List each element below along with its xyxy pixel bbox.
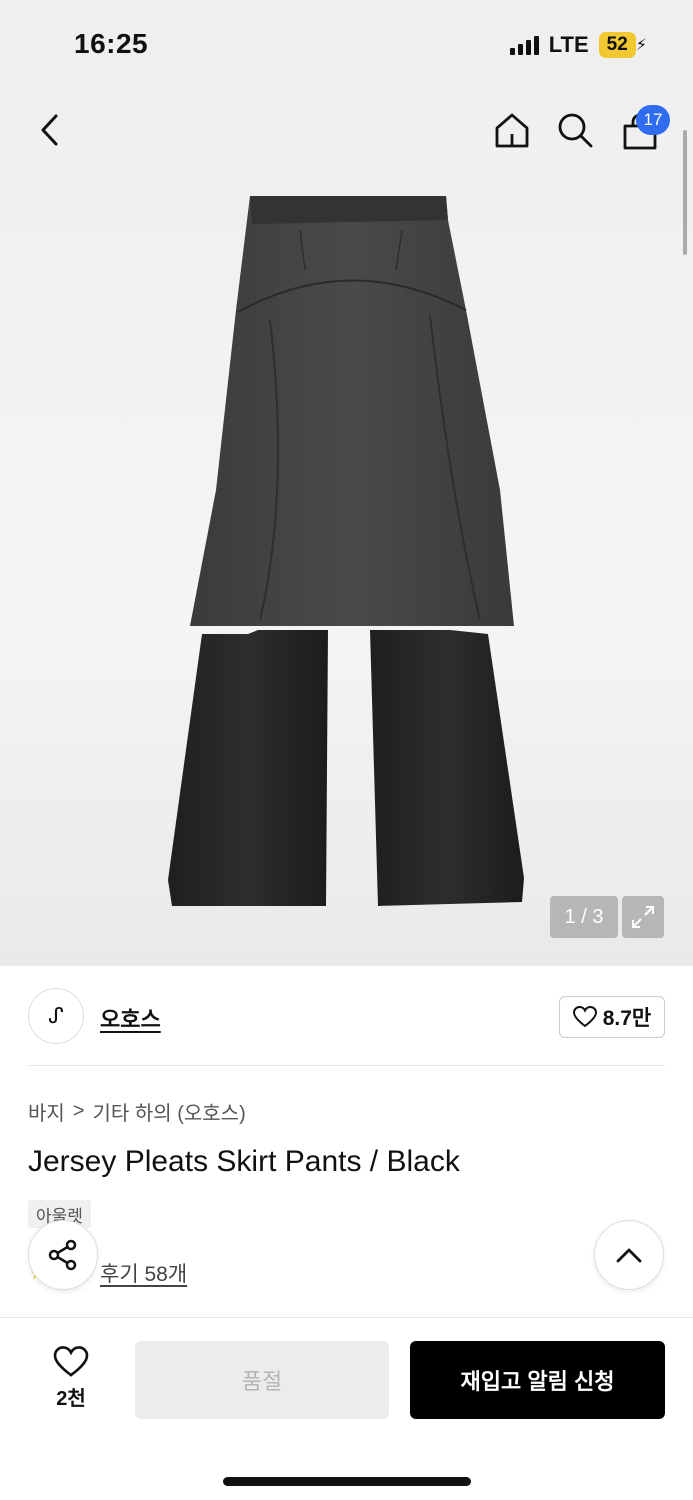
product-image xyxy=(168,196,524,906)
search-icon xyxy=(558,113,593,148)
signal-icon xyxy=(509,35,539,55)
cart-count-badge: 17 xyxy=(636,105,670,135)
brand-row: ᔑ 오호스 8.7만 xyxy=(28,988,665,1044)
breadcrumb-category[interactable]: 바지 xyxy=(28,1097,65,1126)
breadcrumb-subcategory[interactable]: 기타 하의 (오호스) xyxy=(93,1097,246,1126)
product-gallery[interactable]: 17 1 / 3 xyxy=(0,90,693,966)
home-icon xyxy=(495,113,529,148)
heart-icon xyxy=(572,1006,597,1028)
scrollbar[interactable] xyxy=(683,130,687,255)
restock-alert-button[interactable]: 재입고 알림 신청 xyxy=(410,1341,665,1419)
share-button[interactable] xyxy=(28,1220,98,1290)
status-bar: 16:25 LTE 52 ⚡ xyxy=(0,0,693,90)
scroll-to-top-button[interactable] xyxy=(594,1220,664,1290)
wishlist-count: 2천 xyxy=(56,1388,86,1410)
charging-icon: ⚡ xyxy=(635,37,647,54)
image-page-indicator: 1 / 3 xyxy=(550,896,618,938)
wishlist-button[interactable]: 2천 xyxy=(40,1346,102,1411)
breadcrumb: 바지 > 기타 하의 (오호스) xyxy=(28,1097,246,1126)
back-button[interactable] xyxy=(28,108,72,152)
product-title: Jersey Pleats Skirt Pants / Black xyxy=(28,1145,460,1178)
expand-button[interactable] xyxy=(622,896,664,938)
search-button[interactable] xyxy=(553,108,597,152)
home-button[interactable] xyxy=(490,108,534,152)
bottom-action-bar: 2천 품절 재입고 알림 신청 xyxy=(0,1317,693,1500)
divider xyxy=(28,1065,665,1066)
review-link[interactable]: 후기 58개 xyxy=(100,1258,187,1288)
share-icon xyxy=(48,1239,77,1271)
status-time: 16:25 xyxy=(74,28,149,59)
home-indicator xyxy=(223,1477,471,1486)
brand-like-button[interactable]: 8.7만 xyxy=(559,996,665,1038)
soldout-button: 품절 xyxy=(135,1341,389,1419)
breadcrumb-separator: > xyxy=(72,1100,85,1122)
expand-icon xyxy=(632,906,654,928)
brand-name[interactable]: 오호스 xyxy=(100,1002,161,1034)
battery-level: 52 xyxy=(598,32,636,58)
heart-icon xyxy=(53,1346,89,1377)
status-indicators: LTE 52 ⚡ xyxy=(509,32,647,58)
brand-logo[interactable]: ᔑ xyxy=(28,988,84,1044)
back-icon xyxy=(41,114,58,146)
network-type: LTE xyxy=(548,32,589,57)
chevron-up-icon xyxy=(616,1248,642,1263)
brand-like-count: 8.7만 xyxy=(602,1007,652,1030)
